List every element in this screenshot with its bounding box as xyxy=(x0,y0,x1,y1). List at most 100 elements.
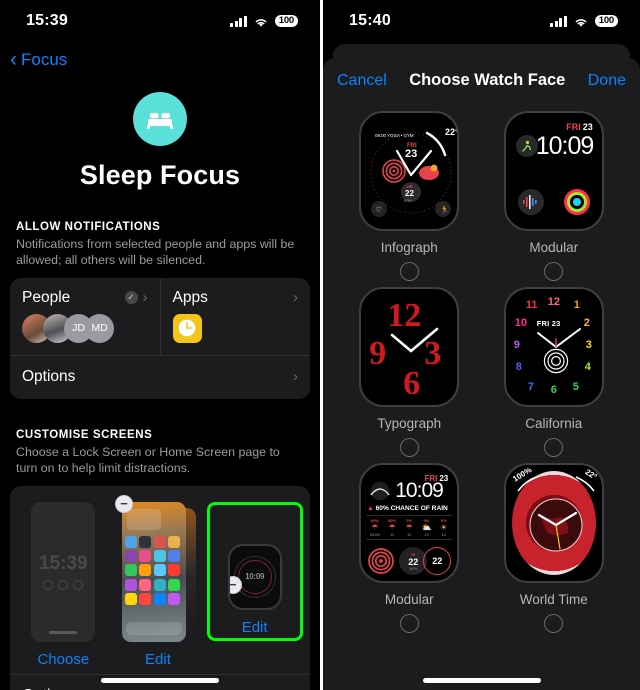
svg-text:08:00 YOGA • GYM: 08:00 YOGA • GYM xyxy=(375,133,414,138)
edit-home-screen-button[interactable]: Edit xyxy=(145,651,171,668)
svg-text:22°: 22° xyxy=(445,127,459,137)
weather-widget xyxy=(126,508,161,530)
back-button-label: Focus xyxy=(21,50,68,69)
watch-face-option[interactable]: 22° 08:00 YOGA • GYM FRI 23 HR 22 BPM ♡ … xyxy=(337,111,482,281)
people-apps-row: People ✓ › JD MD Apps › xyxy=(10,277,311,355)
watch-face-option[interactable]: 12 3 6 9 Typograph xyxy=(337,287,482,457)
apps-label: Apps xyxy=(172,288,208,306)
face-radio-button[interactable] xyxy=(399,262,419,281)
wind-unit: MPH xyxy=(409,566,418,571)
face-radio-button[interactable] xyxy=(544,438,564,457)
allow-notifications-desc: Notifications from selected people and a… xyxy=(16,237,295,268)
watch-face-thumb[interactable]: − 10:09 Edit xyxy=(206,501,303,641)
watch-face-option[interactable]: 100% 22° World Time xyxy=(482,463,627,633)
minus-circle-icon[interactable]: − xyxy=(229,575,242,594)
done-button[interactable]: Done xyxy=(588,72,626,90)
battery-100-icon: 100 xyxy=(594,14,618,28)
home-screen-thumb[interactable]: − Edit xyxy=(112,494,204,668)
right-phone-panel: 15:40 100 Cancel Choose Watch Face Done xyxy=(320,0,640,690)
face-radio-button[interactable] xyxy=(544,614,564,633)
svg-text:♡: ♡ xyxy=(376,206,382,214)
options-label: Options xyxy=(22,687,75,690)
bed-icon xyxy=(133,92,187,146)
temperature-complication: 22 xyxy=(423,547,452,575)
face-name-label: Typograph xyxy=(377,416,442,431)
allow-notifications-label: ALLOW NOTIFICATIONS xyxy=(16,221,161,233)
screen-thumbnails: 15:39 Choose − Edit − 10:09 Edit xyxy=(10,486,310,674)
wind-value: 22 xyxy=(408,556,419,567)
status-time: 15:39 xyxy=(26,12,68,29)
home-indicator xyxy=(422,678,541,683)
apps-cell-head: Apps › xyxy=(173,289,299,307)
modular-face-preview: FRI 23 10:09 xyxy=(503,111,604,231)
watch-faces-grid: 22° 08:00 YOGA • GYM FRI 23 HR 22 BPM ♡ … xyxy=(323,103,640,633)
wifi-icon xyxy=(573,15,589,27)
modular-time: 10:09 xyxy=(535,132,595,160)
left-status-bar: 15:39 100 xyxy=(0,0,320,42)
options-label: Options xyxy=(22,367,76,385)
forecast-hour: 11 xyxy=(389,532,395,537)
watch-face-option[interactable]: FRI 23 10:09 ▲ 60% CHANCE OF RAIN 60% ☂ … xyxy=(337,463,482,633)
choose-watch-face-sheet: Cancel Choose Watch Face Done 22° 08:00 … xyxy=(323,58,640,690)
home-indicator xyxy=(101,678,219,683)
svg-text:23: 23 xyxy=(405,148,417,160)
sun-icon: ☀ xyxy=(440,523,448,532)
face-radio-button[interactable] xyxy=(544,262,564,281)
forecast-hour: NOW xyxy=(369,532,380,537)
chevron-right-icon: › xyxy=(293,368,298,386)
back-button[interactable]: ‹ Focus xyxy=(0,42,320,70)
lock-screen-preview: 15:39 xyxy=(31,501,96,642)
now-playing-icon xyxy=(517,189,544,215)
home-screen-front-page xyxy=(121,501,186,642)
allow-notifications-card: People ✓ › JD MD Apps › Options › xyxy=(10,277,311,399)
rain-icon: ☂ xyxy=(388,523,396,532)
thumb-home-bar xyxy=(49,631,78,634)
face-name-label: World Time xyxy=(519,592,588,607)
clock-app-icon xyxy=(172,313,202,343)
forecast-hour: 14 xyxy=(441,532,446,537)
modular-weather-face-preview: FRI 23 10:09 ▲ 60% CHANCE OF RAIN 60% ☂ … xyxy=(359,463,460,583)
avatar: MD xyxy=(85,313,114,343)
rain-icon: ☂ xyxy=(405,523,413,532)
screenshot-root: 15:39 100 ‹ Focus Sleep Focus ALLOW NOTI… xyxy=(0,0,640,690)
customise-screens-desc: Choose a Lock Screen or Home Screen page… xyxy=(16,444,280,476)
wifi-icon xyxy=(253,15,269,27)
app-grid xyxy=(124,535,183,606)
rain-icon: ☂ xyxy=(371,523,379,532)
activity-rings-icon xyxy=(563,189,590,215)
check-badge-icon: ✓ xyxy=(124,291,138,305)
lock-screen-dots xyxy=(43,580,84,590)
modular-time: 10:09 xyxy=(395,479,444,502)
watch-face-option[interactable]: 11 12 1 10 2 9 3 8 4 7 6 5 FRI 23 Califo… xyxy=(482,287,627,457)
typograph-face-preview: 12 3 6 9 xyxy=(359,287,460,407)
edit-watch-face-button[interactable]: Edit xyxy=(242,619,268,636)
rain-chance-value: 60% CHANCE OF RAIN xyxy=(375,505,448,512)
page-title: Sleep Focus xyxy=(79,160,241,190)
infograph-face-preview: 22° 08:00 YOGA • GYM FRI 23 HR 22 BPM ♡ … xyxy=(359,111,460,231)
status-icons: 100 xyxy=(230,14,298,28)
sheet-navbar: Cancel Choose Watch Face Done xyxy=(323,58,640,103)
apps-cell[interactable]: Apps › xyxy=(159,277,311,355)
minus-circle-icon[interactable]: − xyxy=(114,494,133,513)
people-accessories: ✓ › xyxy=(124,290,148,305)
sheet-title: Choose Watch Face xyxy=(409,71,566,89)
hourly-forecast: 60% ☂ NOW 30% ☂ 11 0% ☂ 12 0% ⛅ 13 0% ☀ … xyxy=(366,515,453,540)
battery-100-icon: 100 xyxy=(274,14,298,28)
face-name-label: California xyxy=(525,416,583,431)
chevron-right-icon: › xyxy=(293,289,298,307)
partly-cloudy-icon: ⛅ xyxy=(421,523,432,532)
watch-face-option[interactable]: FRI 23 10:09 Modular xyxy=(482,111,627,281)
face-radio-button[interactable] xyxy=(399,438,419,457)
choose-button[interactable]: Choose xyxy=(37,651,89,668)
forecast-hour: 13 xyxy=(424,532,429,537)
face-radio-button[interactable] xyxy=(399,614,419,633)
people-cell[interactable]: People ✓ › JD MD xyxy=(10,278,160,355)
lock-screen-thumb[interactable]: 15:39 Choose xyxy=(17,501,109,668)
notifications-options-row[interactable]: Options › xyxy=(10,354,310,399)
cellular-bars-icon xyxy=(550,15,567,27)
lock-screen-placeholder: 15:39 xyxy=(31,501,96,642)
chevron-left-icon: ‹ xyxy=(10,47,17,71)
forecast-hour: 12 xyxy=(407,532,412,537)
cancel-button[interactable]: Cancel xyxy=(337,72,387,90)
watch-inner-ring xyxy=(237,559,272,594)
